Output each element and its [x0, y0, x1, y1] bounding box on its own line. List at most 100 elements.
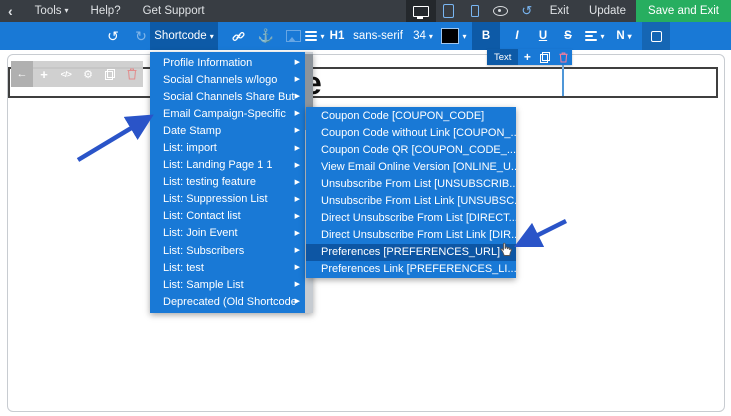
- code-button[interactable]: </>: [55, 61, 77, 87]
- menu-item-list-suppression-list[interactable]: List: Suppression List ▶: [150, 191, 305, 208]
- duplicate-block-button[interactable]: [536, 49, 554, 65]
- menu-item-list-testing-feature[interactable]: List: testing feature ▶: [150, 174, 305, 191]
- update-button[interactable]: Update: [579, 0, 636, 22]
- text-block-mini-toolbar: Text +: [487, 49, 573, 65]
- submenu-arrow-icon: ▶: [294, 178, 300, 186]
- submenu-arrow-icon: ▶: [294, 264, 300, 272]
- anchor-icon: ⚓: [257, 28, 275, 43]
- caret-down-icon: ▾: [462, 31, 467, 41]
- menu-item-profile-information[interactable]: Profile Information ▶: [150, 54, 305, 71]
- submenu-arrow-icon: ▶: [294, 229, 300, 237]
- submenu-arrow-icon: ▶: [294, 247, 300, 255]
- menu-item-list-sample-list[interactable]: List: Sample List ▶: [150, 276, 305, 293]
- help-menu[interactable]: Help?: [91, 5, 121, 17]
- save-and-exit-button[interactable]: Save and Exit: [636, 0, 731, 22]
- history-button[interactable]: ↺: [514, 0, 540, 22]
- trash-icon: [559, 51, 568, 63]
- phone-icon: [470, 5, 479, 17]
- submenu-arrow-icon: ▶: [294, 93, 300, 101]
- get-support-link[interactable]: Get Support: [143, 5, 205, 17]
- strikethrough-button[interactable]: S: [556, 22, 580, 50]
- submenu-arrow-icon: ▶: [294, 110, 300, 118]
- submenu-item-unsubscribe-from-list-link[interactable]: Unsubscribe From List Link [UNSUBSC...: [306, 192, 516, 209]
- submenu-arrow-icon: ▶: [294, 76, 300, 84]
- link-icon: [231, 31, 245, 41]
- move-button[interactable]: +: [33, 61, 55, 87]
- column-boundary-line: [562, 69, 564, 96]
- submenu-arrow-icon: ▶: [294, 59, 300, 67]
- submenu-item-preferences-link[interactable]: Preferences Link [PREFERENCES_LI...: [306, 261, 516, 278]
- submenu-arrow-icon: ▶: [294, 281, 300, 289]
- desktop-preview-button[interactable]: [405, 0, 436, 22]
- copy-icon: [540, 51, 551, 63]
- font-size-select[interactable]: 34 ▾: [406, 22, 440, 50]
- monitor-icon: [412, 5, 429, 19]
- menu-item-list-test[interactable]: List: test ▶: [150, 259, 305, 276]
- submenu-arrow-icon: ▶: [294, 298, 300, 306]
- caret-down-icon: ▾: [64, 6, 69, 15]
- top-menu-bar: ‹ Tools ▾ Help? Get Support ↺ Exit Update…: [0, 0, 731, 22]
- square-outline-icon: [650, 30, 662, 42]
- menu-item-date-stamp[interactable]: Date Stamp ▶: [150, 122, 305, 139]
- menu-item-social-share-buttons[interactable]: Social Channels Share Buttons▶: [150, 88, 305, 105]
- submenu-item-preferences[interactable]: Preferences [PREFERENCES_URL]: [306, 243, 516, 261]
- submenu-item-coupon-code-qr[interactable]: Coupon Code QR [COUPON_CODE_...: [306, 141, 516, 158]
- container-button[interactable]: [642, 22, 670, 50]
- align-button[interactable]: ▾: [580, 22, 610, 50]
- delete-block-button[interactable]: [554, 49, 572, 65]
- block-type-label: Text: [487, 49, 519, 65]
- email-editor-window: ‹ Tools ▾ Help? Get Support ↺ Exit Update…: [0, 0, 731, 416]
- caret-down-icon: ▾: [428, 31, 433, 41]
- link-button[interactable]: [224, 22, 252, 50]
- menu-item-email-campaign-specific[interactable]: Email Campaign-Specific ▶: [150, 105, 305, 122]
- chevron-left-icon[interactable]: ‹: [8, 1, 13, 21]
- copy-icon: [105, 68, 115, 80]
- text-direction-button[interactable]: N ▾: [610, 22, 638, 50]
- menu-item-list-contact-list[interactable]: List: Contact list ▶: [150, 208, 305, 225]
- caret-down-icon: ▾: [600, 31, 605, 41]
- submenu-item-unsubscribe-from-list[interactable]: Unsubscribe From List [UNSUBSCRIB...: [306, 175, 516, 192]
- heading-level-button[interactable]: H1: [324, 22, 350, 50]
- anchor-button[interactable]: ⚓: [252, 22, 280, 50]
- settings-button[interactable]: ⚙: [77, 61, 99, 87]
- exit-button[interactable]: Exit: [540, 0, 579, 22]
- menu-item-deprecated-old-shortcodes[interactable]: Deprecated (Old Shortcodes) ▶: [150, 293, 305, 310]
- duplicate-button[interactable]: [99, 61, 121, 87]
- submenu-item-coupon-code[interactable]: Coupon Code [COUPON_CODE]: [306, 107, 516, 124]
- font-family-select[interactable]: sans-serif: [350, 22, 406, 50]
- move-block-button[interactable]: +: [518, 49, 536, 65]
- menu-item-list-landing-page[interactable]: List: Landing Page 1 1 ▶: [150, 157, 305, 174]
- submenu-item-coupon-code-without-link[interactable]: Coupon Code without Link [COUPON_...: [306, 124, 516, 141]
- preview-button[interactable]: [488, 0, 514, 22]
- menu-item-list-subscribers[interactable]: List: Subscribers ▶: [150, 242, 305, 259]
- trash-icon: [127, 68, 137, 80]
- tablet-preview-button[interactable]: [436, 0, 462, 22]
- bold-button[interactable]: B: [472, 22, 500, 50]
- submenu-arrow-icon: ▶: [294, 195, 300, 203]
- back-button[interactable]: ←: [11, 61, 33, 87]
- submenu-item-direct-unsubscribe-from-list-link[interactable]: Direct Unsubscribe From List Link [DIR..…: [306, 227, 516, 244]
- block-toolbar: ← + </> ⚙: [11, 61, 143, 87]
- shortcode-dropdown-button[interactable]: Shortcode ▾: [150, 22, 218, 50]
- menu-item-social-channels-logo[interactable]: Social Channels w/logo ▶: [150, 71, 305, 88]
- menu-item-list-import[interactable]: List: import ▶: [150, 139, 305, 156]
- italic-button[interactable]: I: [504, 22, 530, 50]
- mobile-preview-button[interactable]: [462, 0, 488, 22]
- text-color-picker[interactable]: ▾: [440, 22, 468, 50]
- shortcode-menu-items: Profile Information ▶ Social Channels w/l…: [150, 54, 305, 310]
- menu-item-list-join-event[interactable]: List: Join Event ▶: [150, 225, 305, 242]
- submenu-arrow-icon: ▶: [294, 161, 300, 169]
- submenu-item-view-email-online-version[interactable]: View Email Online Version [ONLINE_U...: [306, 158, 516, 175]
- caret-down-icon: ▾: [209, 31, 214, 41]
- undo-button[interactable]: ↺: [100, 22, 126, 50]
- gear-icon: ⚙: [83, 68, 93, 81]
- delete-button[interactable]: [121, 61, 143, 87]
- tools-menu[interactable]: Tools ▾: [35, 5, 69, 17]
- email-campaign-specific-submenu: Coupon Code [COUPON_CODE] Coupon Code wi…: [306, 107, 516, 278]
- shortcode-menu: Profile Information ▶ Social Channels w/l…: [150, 52, 313, 313]
- submenu-arrow-icon: ▶: [294, 212, 300, 220]
- format-toolbar: ↺ ↻ Shortcode ▾ ⚓ ▾ H1 sans-serif 34 ▾ ▾ B…: [0, 22, 731, 50]
- underline-button[interactable]: U: [530, 22, 556, 50]
- submenu-arrow-icon: ▶: [294, 144, 300, 152]
- submenu-item-direct-unsubscribe-from-list[interactable]: Direct Unsubscribe From List [DIRECT...: [306, 210, 516, 227]
